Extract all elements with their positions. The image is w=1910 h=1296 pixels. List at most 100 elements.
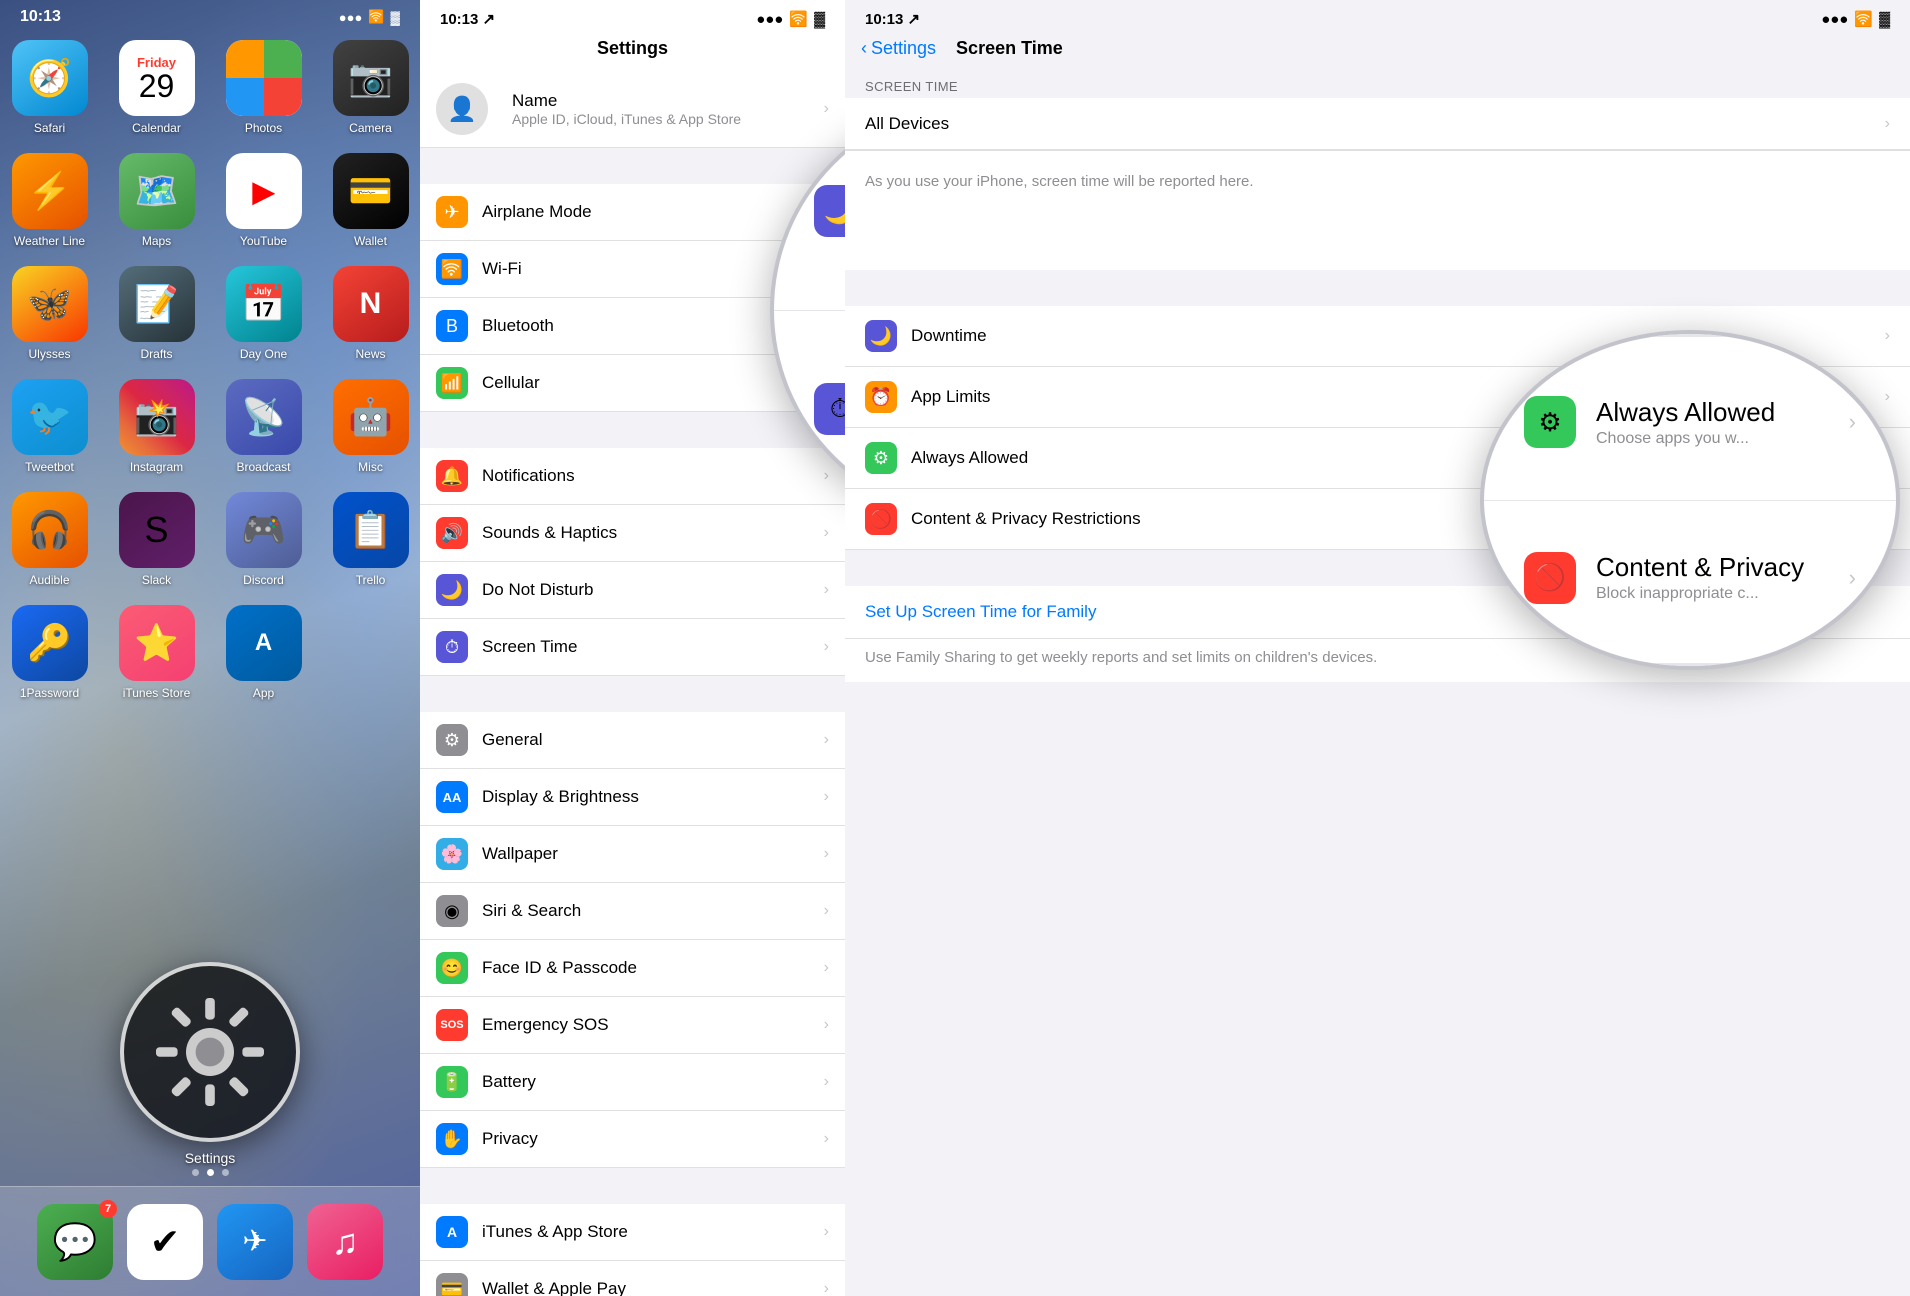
settings-row-airplane[interactable]: ✈ Airplane Mode › [420, 184, 845, 241]
content-privacy-icon: 🚫 [865, 503, 897, 535]
settings-divider-2 [420, 412, 845, 448]
zoom-st-icon: ⏱ [814, 383, 845, 435]
settings-row-emergency[interactable]: SOS Emergency SOS › [420, 997, 845, 1054]
app-grid: 🧭 Safari Friday 29 Calendar Photos 📷 [0, 30, 420, 710]
notifications-chevron: › [824, 467, 829, 485]
dock-music[interactable]: ♫ [307, 1204, 383, 1280]
battery-settings-icon: 🔋 [436, 1066, 468, 1098]
app-tweetbot[interactable]: 🐦 Tweetbot [7, 379, 92, 474]
wallet-icon: 💳 [333, 153, 409, 229]
itunes-label: iTunes Store [123, 686, 191, 700]
photos-label: Photos [245, 121, 282, 135]
screentime-title: Screen Time [956, 38, 1063, 59]
dnd-chevron: › [824, 581, 829, 599]
itunes-chevron: › [824, 1223, 829, 1241]
screentime-status-icons: ●●● 🛜 ▓ [1821, 10, 1890, 28]
trello-icon: 📋 [333, 492, 409, 568]
settings-circle[interactable]: Settings [120, 962, 300, 1166]
emergency-icon: SOS [436, 1009, 468, 1041]
1password-icon: 🔑 [12, 605, 88, 681]
page-dot-3 [222, 1169, 229, 1176]
settings-title: Settings [420, 34, 845, 71]
home-status-icons: ●●● 🛜 ▓ [339, 9, 400, 25]
app-safari[interactable]: 🧭 Safari [7, 40, 92, 135]
general-icon: ⚙ [436, 724, 468, 756]
settings-row-general[interactable]: ⚙ General › [420, 712, 845, 769]
app-1password[interactable]: 🔑 1Password [7, 605, 92, 700]
back-button[interactable]: ‹ Settings [861, 38, 936, 59]
display-icon: AA [436, 781, 468, 813]
maps-label: Maps [142, 234, 171, 248]
app-misc[interactable]: 🤖 Misc [328, 379, 413, 474]
st-wifi-icon: 🛜 [1854, 10, 1873, 28]
home-time: 10:13 [20, 8, 61, 26]
app-drafts[interactable]: 📝 Drafts [114, 266, 199, 361]
app-weather[interactable]: ⚡ Weather Line [7, 153, 92, 248]
news-label: News [355, 347, 385, 361]
settings-row-notifications[interactable]: 🔔 Notifications › [420, 448, 845, 505]
settings-row-screentime[interactable]: ⏱ Screen Time › [420, 619, 845, 676]
app-wallet[interactable]: 💳 Wallet [328, 153, 413, 248]
settings-row-display[interactable]: AA Display & Brightness › [420, 769, 845, 826]
profile-chevron: › [824, 100, 829, 118]
dock-reminders[interactable]: ✔ [127, 1204, 203, 1280]
app-discord[interactable]: 🎮 Discord [221, 492, 306, 587]
app-trello[interactable]: 📋 Trello [328, 492, 413, 587]
sounds-label: Sounds & Haptics [482, 523, 824, 543]
calendar-icon: Friday 29 [119, 40, 195, 116]
settings-gear-icon [150, 992, 270, 1112]
weather-label: Weather Line [14, 234, 85, 248]
app-broadcast[interactable]: 📡 Broadcast [221, 379, 306, 474]
faceid-label: Face ID & Passcode [482, 958, 824, 978]
dock-messages[interactable]: 💬 7 [37, 1204, 113, 1280]
sounds-icon: 🔊 [436, 517, 468, 549]
youtube-icon: ▶ [226, 153, 302, 229]
zoom-cp-sub: Block inappropriate c... [1596, 585, 1804, 603]
settings-row-wallpaper[interactable]: 🌸 Wallpaper › [420, 826, 845, 883]
broadcast-icon: 📡 [226, 379, 302, 455]
screentime-chart-area: As you use your iPhone, screen time will… [845, 150, 1910, 270]
app-photos[interactable]: Photos [221, 40, 306, 135]
instagram-label: Instagram [130, 460, 183, 474]
screentime-all-devices[interactable]: All Devices › [845, 98, 1910, 150]
itunes-settings-label: iTunes & App Store [482, 1222, 824, 1242]
settings-row-profile[interactable]: 👤 Name Apple ID, iCloud, iTunes & App St… [420, 71, 845, 148]
dayone-label: Day One [240, 347, 287, 361]
settings-row-wallet[interactable]: 💳 Wallet & Apple Pay › [420, 1261, 845, 1296]
safari-label: Safari [34, 121, 65, 135]
zoom-cp-content: Content & Privacy Block inappropriate c.… [1596, 552, 1804, 603]
app-itunes-store[interactable]: ⭐ iTunes Store [114, 605, 199, 700]
settings-row-sounds[interactable]: 🔊 Sounds & Haptics › [420, 505, 845, 562]
app-calendar[interactable]: Friday 29 Calendar [114, 40, 199, 135]
app-audible[interactable]: 🎧 Audible [7, 492, 92, 587]
app-maps[interactable]: 🗺️ Maps [114, 153, 199, 248]
home-screen-panel: 10:13 ●●● 🛜 ▓ 🧭 Safari Friday 29 Calenda… [0, 0, 420, 1296]
airplane-label: Airplane Mode [482, 202, 824, 222]
app-youtube[interactable]: ▶ YouTube [221, 153, 306, 248]
settings-row-siri[interactable]: ◉ Siri & Search › [420, 883, 845, 940]
audible-icon: 🎧 [12, 492, 88, 568]
wallpaper-label: Wallpaper [482, 844, 824, 864]
app-camera[interactable]: 📷 Camera [328, 40, 413, 135]
app-instagram[interactable]: 📸 Instagram [114, 379, 199, 474]
settings-row-privacy[interactable]: ✋ Privacy › [420, 1111, 845, 1168]
drafts-label: Drafts [140, 347, 172, 361]
settings-wifi-icon: 🛜 [789, 10, 808, 28]
dnd-label: Do Not Disturb [482, 580, 824, 600]
settings-row-dnd[interactable]: 🌙 Do Not Disturb › [420, 562, 845, 619]
zoom-aa-sub: Choose apps you w... [1596, 430, 1775, 448]
settings-row-battery[interactable]: 🔋 Battery › [420, 1054, 845, 1111]
app-slack[interactable]: S Slack [114, 492, 199, 587]
settings-row-faceid[interactable]: 😊 Face ID & Passcode › [420, 940, 845, 997]
app-news[interactable]: N News [328, 266, 413, 361]
screentime-icon: ⏱ [436, 631, 468, 663]
settings-circle-ring [120, 962, 300, 1142]
dock: 💬 7 ✔ ✈ ♫ [0, 1186, 420, 1296]
siri-chevron: › [824, 902, 829, 920]
settings-row-itunes[interactable]: A iTunes & App Store › [420, 1204, 845, 1261]
app-dayone[interactable]: 📅 Day One [221, 266, 306, 361]
settings-divider-3 [420, 676, 845, 712]
app-ulysses[interactable]: 🦋 Ulysses [7, 266, 92, 361]
dock-mail[interactable]: ✈ [217, 1204, 293, 1280]
app-appstore[interactable]: A App [221, 605, 306, 700]
